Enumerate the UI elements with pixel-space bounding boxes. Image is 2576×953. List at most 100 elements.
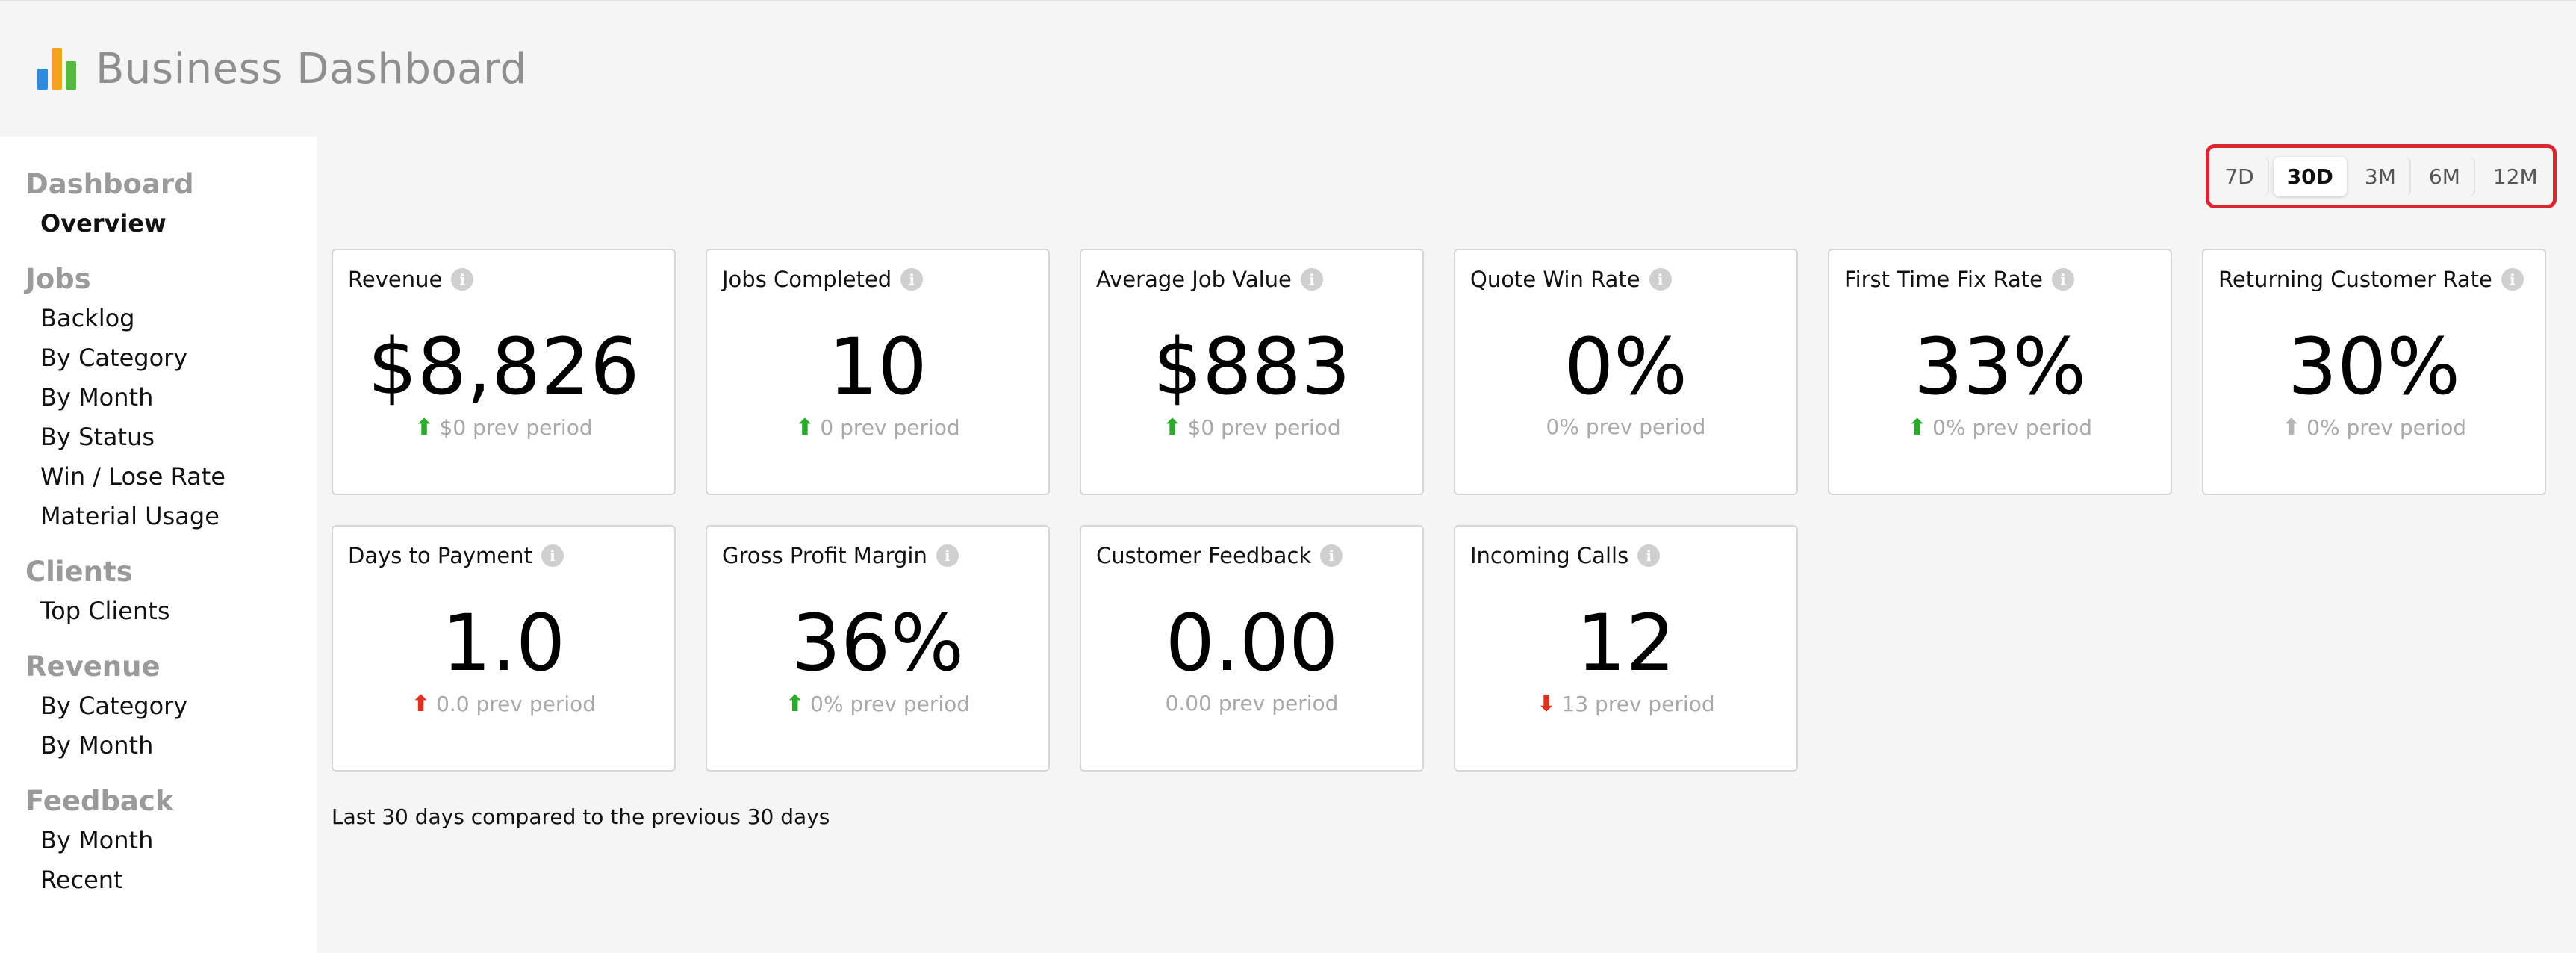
sidebar-item-by-status[interactable]: By Status [0, 417, 317, 457]
metric-title: Gross Profit Margin [722, 543, 927, 568]
metric-card-header: Revenue i [348, 267, 659, 292]
metric-card-header: Returning Customer Rate i [2218, 267, 2530, 292]
metric-card-jobs-completed: Jobs Completed i 10 ⬆ 0 prev period [706, 249, 1050, 495]
metric-value: 10 [828, 321, 927, 412]
sidebar-item-by-category[interactable]: By Category [0, 338, 317, 378]
sidebar-item-top-clients[interactable]: Top Clients [0, 592, 317, 631]
metric-previous-period: ⬆ $0 prev period [1096, 415, 1407, 441]
sidebar-item-material-usage[interactable]: Material Usage [0, 497, 317, 536]
info-icon[interactable]: i [2501, 268, 2524, 291]
metric-previous-period: ⬇ 13 prev period [1470, 691, 1782, 717]
metric-title: Jobs Completed [722, 267, 892, 292]
metric-card-header: First Time Fix Rate i [1844, 267, 2156, 292]
metric-previous-text: 0% prev period [2306, 415, 2467, 440]
info-icon[interactable]: i [900, 268, 924, 291]
sidebar-item-by-category[interactable]: By Category [0, 686, 317, 726]
sidebar-heading: Clients [25, 556, 133, 588]
metric-previous-text: 0% prev period [1546, 415, 1706, 439]
info-icon[interactable]: i [1649, 268, 1672, 291]
arrow-up-icon: ⬆ [411, 691, 431, 717]
sidebar-heading: Feedback [25, 785, 174, 817]
metric-previous-period: ⬆ 0.0 prev period [348, 691, 659, 717]
range-button-7d[interactable]: 7D [2211, 156, 2269, 196]
sidebar-item-by-month[interactable]: By Month [0, 821, 317, 860]
sidebar-group-jobs: Jobs Backlog By Category By Month By Status W… [0, 260, 317, 536]
arrow-down-icon: ⬇ [1537, 691, 1556, 717]
range-button-3m[interactable]: 3M [2351, 156, 2411, 196]
metric-title: Customer Feedback [1096, 543, 1312, 568]
bar-chart-logo-icon [37, 48, 76, 90]
metric-card-header: Incoming Calls i [1470, 543, 1782, 568]
sidebar-heading: Jobs [25, 263, 91, 295]
sidebar-group-feedback: Feedback By Month Recent [0, 782, 317, 900]
sidebar-item-backlog[interactable]: Backlog [0, 299, 317, 338]
metric-previous-period: 0% prev period [1470, 415, 1782, 439]
sidebar-item-by-month[interactable]: By Month [0, 378, 317, 417]
metric-card-header: Gross Profit Margin i [722, 543, 1033, 568]
info-icon[interactable]: i [1320, 544, 1343, 567]
metric-previous-period: ⬆ 0 prev period [722, 415, 1033, 441]
logo-bar [37, 69, 48, 90]
metric-value: $8,826 [367, 321, 640, 412]
metric-grid: Revenue i $8,826 ⬆ $0 prev period Jobs Comple… [332, 249, 2548, 772]
metric-previous-period: ⬆ $0 prev period [348, 415, 659, 441]
metric-value: 1.0 [441, 597, 566, 689]
metric-title: Returning Customer Rate [2218, 267, 2492, 292]
info-icon[interactable]: i [936, 544, 959, 567]
metric-value: 30% [2287, 321, 2461, 412]
metric-title: Incoming Calls [1470, 543, 1629, 568]
info-icon[interactable]: i [541, 544, 564, 567]
range-button-30d[interactable]: 30D [2273, 156, 2347, 196]
arrow-up-icon: ⬆ [414, 415, 434, 441]
arrow-up-icon: ⬆ [795, 415, 815, 441]
logo-bar [52, 48, 62, 90]
sidebar-item-by-month[interactable]: By Month [0, 726, 317, 766]
sidebar-item-overview[interactable]: Overview [0, 204, 317, 243]
metric-card-days-to-payment: Days to Payment i 1.0 ⬆ 0.0 prev period [332, 525, 676, 772]
metric-title: Revenue [348, 267, 443, 292]
range-button-6m[interactable]: 6M [2415, 156, 2475, 196]
metric-title: Average Job Value [1096, 267, 1292, 292]
metric-previous-period: ⬆ 0% prev period [1844, 415, 2156, 441]
comparison-footnote: Last 30 days compared to the previous 30… [332, 804, 830, 829]
metric-value: 12 [1576, 597, 1676, 689]
metric-title: First Time Fix Rate [1844, 267, 2043, 292]
arrow-up-icon: ⬆ [2281, 415, 2301, 441]
metric-previous-text: 0.00 prev period [1165, 691, 1339, 715]
sidebar-item-recent[interactable]: Recent [0, 860, 317, 900]
metric-previous-period: ⬆ 0% prev period [2218, 415, 2530, 441]
info-icon[interactable]: i [1300, 268, 1323, 291]
metric-value: $883 [1153, 321, 1351, 412]
metric-card-revenue: Revenue i $8,826 ⬆ $0 prev period [332, 249, 676, 495]
info-icon[interactable]: i [451, 268, 474, 291]
sidebar-item-win-lose-rate[interactable]: Win / Lose Rate [0, 457, 317, 497]
date-range-selector: 7D 30D 3M 6M 12M [2206, 144, 2557, 208]
sidebar-heading: Revenue [25, 651, 161, 683]
range-button-12m[interactable]: 12M [2480, 157, 2551, 196]
metric-card-quote-win-rate: Quote Win Rate i 0% 0% prev period [1454, 249, 1798, 495]
metric-card-header: Quote Win Rate i [1470, 267, 1782, 292]
metric-card-header: Days to Payment i [348, 543, 659, 568]
info-icon[interactable]: i [2051, 268, 2074, 291]
metric-card-customer-feedback: Customer Feedback i 0.00 0.00 prev period [1080, 525, 1424, 772]
metric-value: 0.00 [1165, 597, 1339, 689]
metric-previous-text: 0% prev period [1932, 415, 2093, 440]
metric-previous-text: $0 prev period [1187, 415, 1341, 440]
app-header: Business Dashboard [0, 1, 2576, 136]
arrow-up-icon: ⬆ [785, 691, 805, 717]
arrow-up-icon: ⬆ [1163, 415, 1182, 441]
metric-previous-text: 13 prev period [1561, 692, 1715, 716]
sidebar-heading: Dashboard [25, 168, 194, 200]
metric-value: 0% [1564, 321, 1687, 412]
sidebar: Dashboard Overview Jobs Backlog By Category B… [0, 137, 317, 953]
metric-card-first-time-fix-rate: First Time Fix Rate i 33% ⬆ 0% prev period [1828, 249, 2172, 495]
metric-previous-period: 0.00 prev period [1096, 691, 1407, 715]
metric-value: 33% [1913, 321, 2087, 412]
metric-card-incoming-calls: Incoming Calls i 12 ⬇ 13 prev period [1454, 525, 1798, 772]
sidebar-group-revenue: Revenue By Category By Month [0, 648, 317, 766]
info-icon[interactable]: i [1637, 544, 1661, 567]
metric-card-header: Jobs Completed i [722, 267, 1033, 292]
metric-card-gross-profit-margin: Gross Profit Margin i 36% ⬆ 0% prev period [706, 525, 1050, 772]
arrow-up-icon: ⬆ [1907, 415, 1927, 441]
metric-card-header: Customer Feedback i [1096, 543, 1407, 568]
